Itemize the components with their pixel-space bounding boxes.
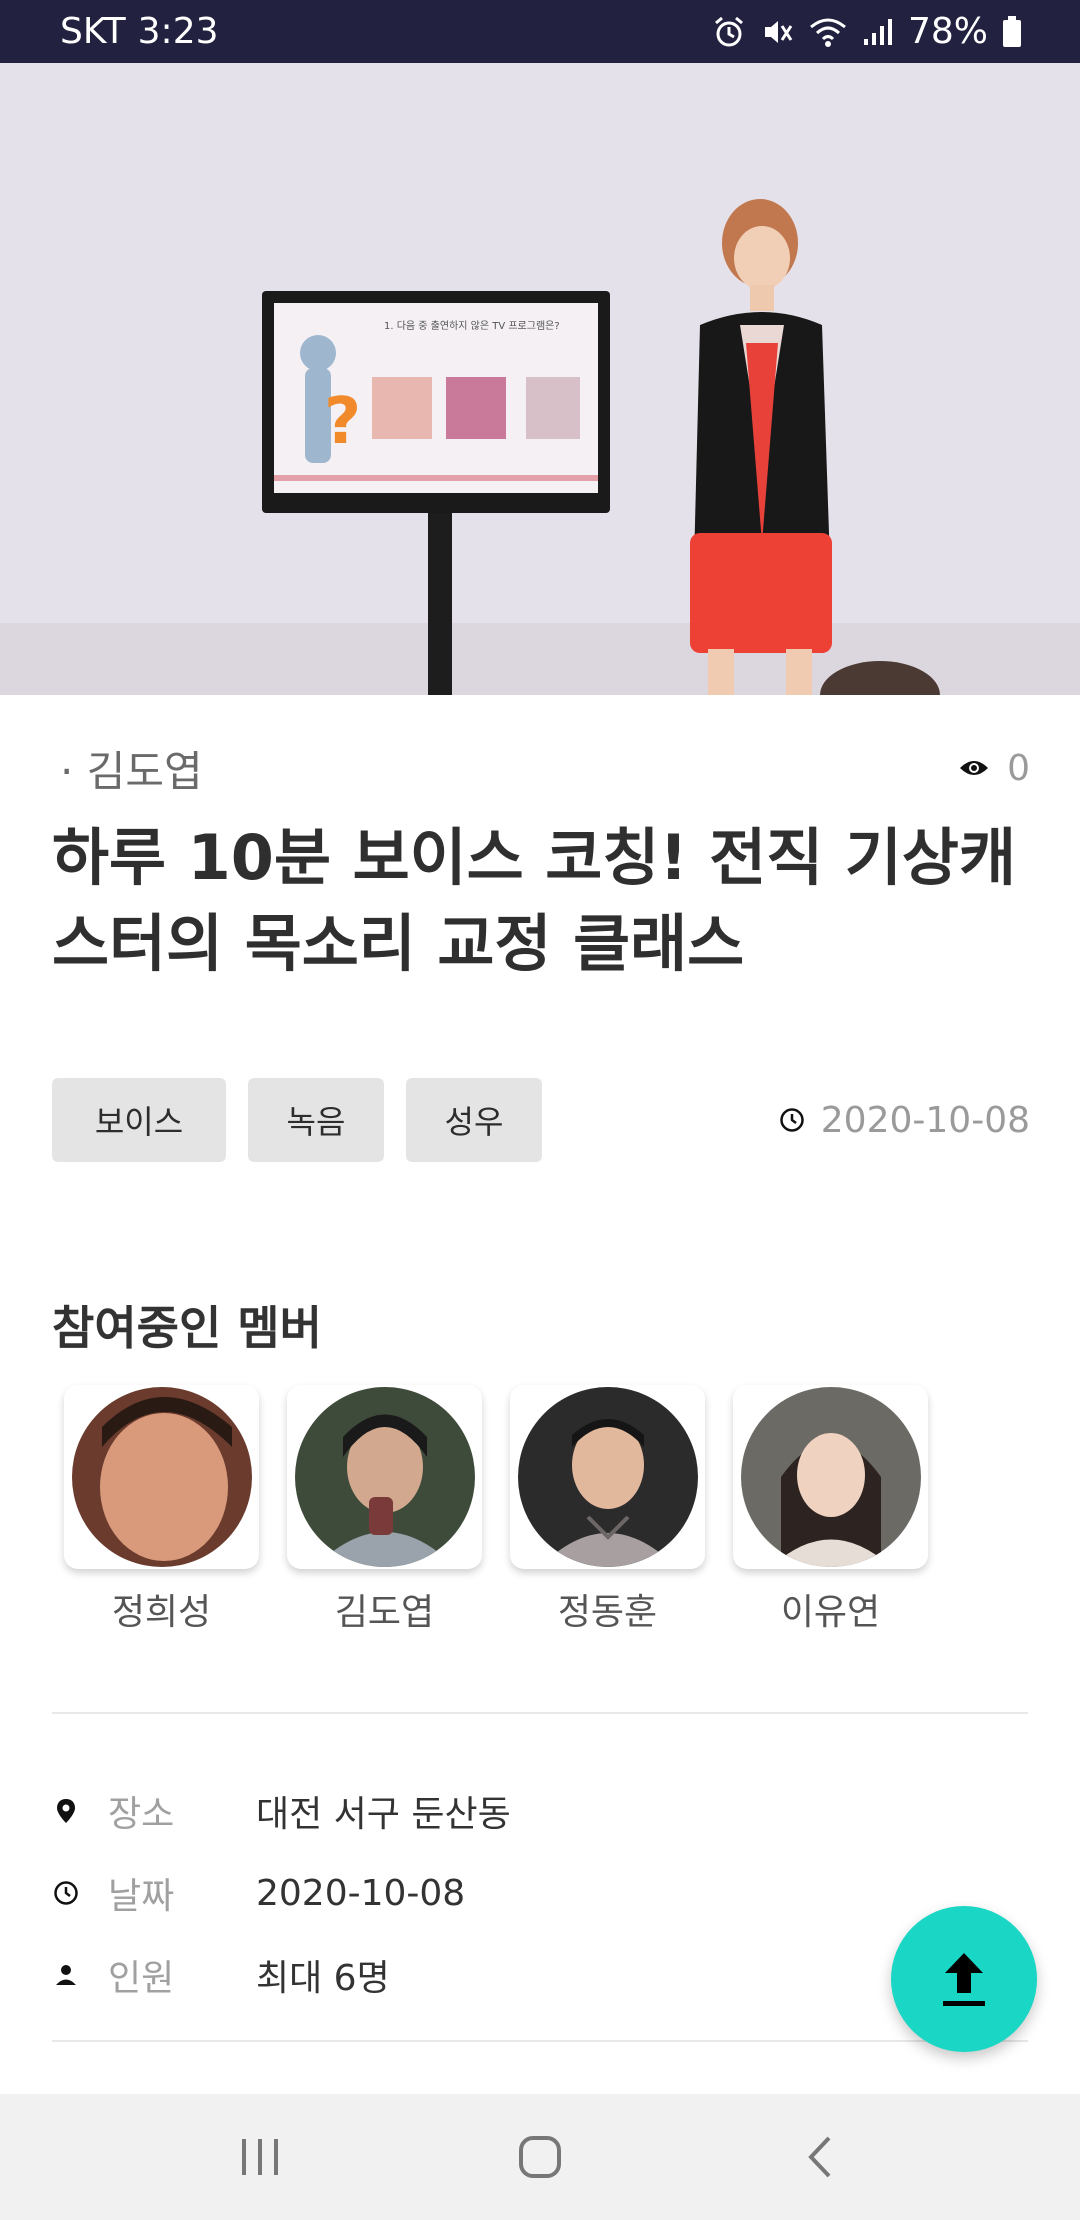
home-button[interactable] — [490, 2107, 590, 2207]
member-item[interactable]: 이유연 — [733, 1385, 928, 1635]
hero-illustration: 1. 다음 중 출연하지 않은 TV 프로그램은? ? — [0, 63, 1080, 695]
tags-row: 보이스 녹음 성우 2020-10-08 — [52, 1078, 1030, 1162]
back-button[interactable] — [770, 2107, 870, 2207]
member-name: 이유연 — [780, 1592, 881, 1633]
svg-text:?: ? — [324, 385, 361, 459]
divider — [52, 2040, 1028, 2042]
view-count-value: 0 — [1007, 747, 1030, 789]
clock-icon — [52, 1880, 80, 1906]
members-section-title: 참여중인 멤버 — [52, 1301, 322, 1355]
upload-fab-button[interactable] — [891, 1906, 1037, 2052]
avatar — [294, 1387, 475, 1567]
info-row-place: 장소 대전 서구 둔산동 — [52, 1770, 852, 1852]
date-label: 날짜 — [108, 1876, 175, 1917]
status-bar: SKT 3:23 78% — [0, 0, 1080, 63]
carrier-label: SKT — [60, 11, 126, 52]
status-left: SKT 3:23 — [60, 11, 219, 52]
member-item[interactable]: 김도엽 — [287, 1385, 482, 1635]
member-item[interactable]: 정희성 — [64, 1385, 259, 1635]
tag-chip[interactable]: 성우 — [406, 1078, 542, 1162]
post-date-value: 2020-10-08 — [820, 1099, 1030, 1141]
system-nav-bar — [0, 2094, 1080, 2220]
tv-screen-text: 1. 다음 중 출연하지 않은 TV 프로그램은? — [384, 319, 560, 332]
wifi-icon — [810, 18, 846, 47]
avatar — [517, 1387, 698, 1567]
view-count: 0 — [959, 748, 1030, 789]
avatar — [71, 1387, 252, 1567]
people-value: 최대 6명 — [256, 1958, 390, 1999]
signal-icon — [863, 18, 892, 45]
battery-percent: 78% — [907, 11, 988, 52]
alarm-icon — [715, 16, 743, 46]
member-item[interactable]: 정동훈 — [510, 1385, 705, 1635]
author-row: · 김도엽 0 — [60, 738, 1030, 798]
info-row-date: 날짜 2020-10-08 — [52, 1852, 852, 1934]
member-name: 정희성 — [111, 1592, 212, 1633]
member-card[interactable] — [733, 1385, 928, 1569]
upload-arrow-icon — [943, 1953, 985, 2006]
place-label: 장소 — [108, 1794, 175, 1835]
member-list: 정희성 김도엽 정동훈 이유연 — [64, 1385, 928, 1635]
member-card[interactable] — [64, 1385, 259, 1569]
member-name: 김도엽 — [334, 1592, 435, 1633]
battery-icon — [1003, 15, 1021, 47]
member-card[interactable] — [510, 1385, 705, 1569]
post-author: · 김도엽 — [60, 746, 203, 796]
recent-apps-icon — [242, 2139, 278, 2175]
hero-image: 1. 다음 중 출연하지 않은 TV 프로그램은? ? — [0, 63, 1080, 695]
post-title: 하루 10분 보이스 코칭! 전직 기상캐스터의 목소리 교정 클래스 — [52, 821, 1016, 980]
people-label: 인원 — [108, 1958, 175, 1999]
info-list: 장소 대전 서구 둔산동 날짜 2020-10-08 인원 최대 6명 — [52, 1770, 852, 2016]
recent-apps-button[interactable] — [210, 2107, 310, 2207]
member-name: 정동훈 — [557, 1592, 658, 1633]
avatar — [740, 1387, 921, 1567]
person-icon — [52, 1964, 80, 1986]
member-card[interactable] — [287, 1385, 482, 1569]
post-date: 2020-10-08 — [779, 1100, 1030, 1141]
place-value: 대전 서구 둔산동 — [256, 1794, 511, 1835]
clock-icon — [780, 1108, 804, 1132]
tag-chip[interactable]: 녹음 — [248, 1078, 384, 1162]
divider — [52, 1712, 1028, 1714]
back-icon — [808, 2136, 831, 2178]
home-icon — [519, 2136, 561, 2178]
location-pin-icon — [52, 1798, 80, 1824]
eye-icon — [960, 761, 989, 775]
mute-icon — [764, 20, 793, 43]
info-row-people: 인원 최대 6명 — [52, 1934, 852, 2016]
status-right: 78% — [712, 11, 1022, 52]
tag-chip[interactable]: 보이스 — [52, 1078, 226, 1162]
date-value: 2020-10-08 — [256, 1872, 466, 1914]
clock-label: 3:23 — [137, 11, 219, 52]
